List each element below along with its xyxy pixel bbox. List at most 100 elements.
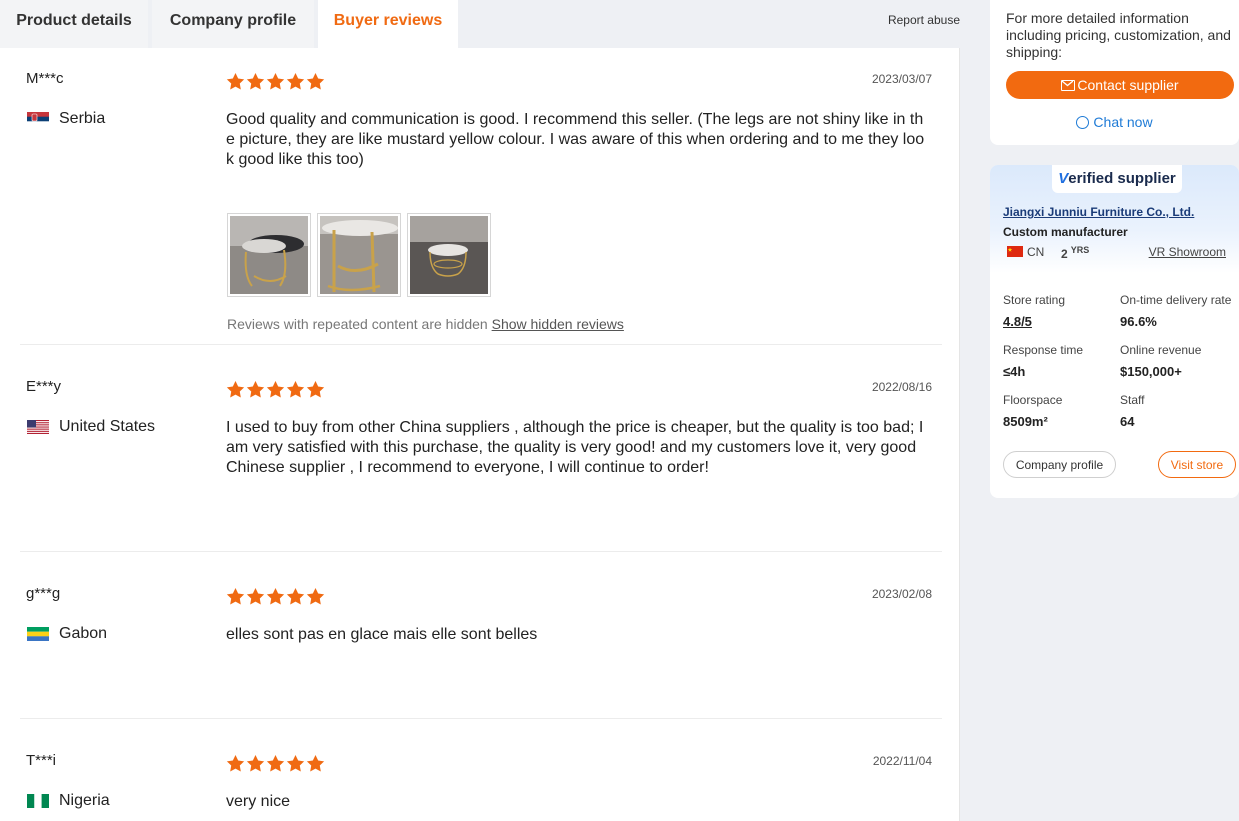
manufacturer-type: Custom manufacturer (1003, 225, 1128, 239)
star-icon (286, 587, 305, 606)
star-icon (246, 380, 265, 399)
star-icon (266, 72, 285, 91)
star-icon (266, 380, 285, 399)
stat-label: On-time delivery rate (1120, 293, 1232, 307)
review-text: very nice (226, 793, 291, 810)
gabon-flag-icon (27, 627, 49, 641)
contact-supplier-label: Contact supplier (1077, 77, 1179, 93)
reviewer-name: E***y (26, 378, 62, 395)
visit-store-button[interactable]: Visit store (1158, 451, 1236, 478)
floorspace-stat: Floorspace 8509m² (1003, 393, 1062, 429)
star-icon (246, 72, 265, 91)
country-name: Serbia (59, 110, 106, 127)
contact-supplier-button[interactable]: Contact supplier (1006, 71, 1234, 99)
review-divider (20, 551, 942, 552)
mail-icon (1061, 79, 1076, 91)
reviewer-name: T***i (26, 752, 57, 769)
chat-icon (1076, 115, 1090, 129)
star-icon (306, 754, 325, 773)
review-photo[interactable] (317, 213, 401, 297)
review-photo[interactable] (227, 213, 311, 297)
online-revenue-stat: Online revenue $150,000+ (1120, 343, 1201, 379)
reviews-panel: M***c Serbia 2023/03/07 Good quality and… (0, 48, 960, 821)
review-date: 2022/11/04 (872, 754, 932, 768)
review-date: 2023/03/07 (871, 72, 932, 86)
country-name: Gabon (59, 625, 108, 642)
show-hidden-reviews-link[interactable]: Show hidden reviews (492, 316, 624, 332)
contact-info-text: For more detailed information including … (1006, 10, 1231, 60)
reviewer-country: Serbia (27, 110, 105, 128)
staff-stat: Staff 64 (1120, 393, 1144, 429)
review-photos (227, 213, 491, 297)
review-text: Good quality and communication is good. … (226, 111, 925, 168)
vr-showroom-link[interactable]: VR Showroom (1149, 245, 1226, 259)
verified-supplier-badge: Verified supplier (1052, 165, 1182, 193)
chat-now-link[interactable]: Chat now (990, 114, 1239, 130)
star-icon (246, 754, 265, 773)
star-icon (226, 380, 245, 399)
review-text: I used to buy from other China suppliers… (226, 419, 924, 476)
china-flag-icon (1007, 246, 1023, 257)
star-icon (266, 587, 285, 606)
star-icon (226, 72, 245, 91)
hidden-reviews-text: Reviews with repeated content are hidden (227, 316, 488, 332)
stat-label: Staff (1120, 393, 1145, 407)
supplier-country: CN (1027, 245, 1045, 259)
star-icon (226, 754, 245, 773)
nigeria-flag-icon (27, 794, 49, 808)
star-icon (306, 72, 325, 91)
review-divider (20, 718, 942, 719)
review-text: elles sont pas en glace mais elle sont b… (226, 626, 538, 643)
supplier-card: Verified supplier Jiangxi Junniu Furnitu… (990, 165, 1239, 498)
tab-buyer-reviews[interactable]: Buyer reviews (318, 0, 458, 48)
stat-label: Store rating (1003, 293, 1066, 307)
company-name-link[interactable]: Jiangxi Junniu Furniture Co., Ltd. (1003, 205, 1194, 219)
review-photo[interactable] (407, 213, 491, 297)
serbia-flag-icon (27, 112, 49, 126)
stat-label: Floorspace (1003, 393, 1063, 407)
supplier-years: 2 YRS (1061, 245, 1090, 261)
stat-value: ≤4h (1003, 364, 1026, 379)
reviewer-name: g***g (26, 585, 61, 602)
star-rating (226, 380, 325, 399)
company-profile-button[interactable]: Company profile (1003, 451, 1116, 478)
tab-bar: Product details Company profile Buyer re… (0, 0, 960, 48)
tab-company-profile[interactable]: Company profile (152, 0, 314, 48)
star-icon (286, 754, 305, 773)
star-icon (286, 72, 305, 91)
star-icon (306, 587, 325, 606)
review-item: M***c Serbia 2023/03/07 Good quality and… (20, 70, 942, 345)
ontime-delivery-stat: On-time delivery rate 96.6% (1120, 293, 1231, 329)
review-item: g***g Gabon 2023/02/08 elles sont pas en… (20, 585, 942, 719)
tab-product-details[interactable]: Product details (0, 0, 148, 48)
report-abuse-link[interactable]: Report abuse (888, 13, 960, 27)
review-item: E***y United States 2022/08/16 I used to… (20, 378, 942, 552)
reviewer-country: Gabon (27, 625, 107, 643)
stat-label: Online revenue (1120, 343, 1202, 357)
chat-now-label: Chat now (1093, 114, 1153, 130)
star-icon (246, 587, 265, 606)
us-flag-icon (27, 420, 49, 434)
contact-card: For more detailed information including … (990, 0, 1239, 145)
reviewer-country: United States (27, 418, 155, 436)
reviewer-name: M***c (26, 70, 64, 87)
review-date: 2023/02/08 (871, 587, 932, 601)
star-rating (226, 587, 325, 606)
hidden-reviews-note: Reviews with repeated content are hidden… (227, 316, 624, 332)
stat-value: 64 (1120, 414, 1135, 429)
store-rating-stat: Store rating 4.8/5 (1003, 293, 1065, 329)
stat-value: $150,000+ (1120, 364, 1182, 379)
stat-label: Response time (1003, 343, 1084, 357)
stat-value: 96.6% (1120, 314, 1157, 329)
star-icon (266, 754, 285, 773)
country-name: Nigeria (59, 792, 110, 809)
star-rating (226, 754, 325, 773)
response-time-stat: Response time ≤4h (1003, 343, 1083, 379)
star-rating (226, 72, 325, 91)
reviews-column: Product details Company profile Buyer re… (0, 0, 960, 821)
stat-value: 8509m² (1003, 414, 1048, 429)
star-icon (286, 380, 305, 399)
store-rating-value[interactable]: 4.8/5 (1003, 314, 1065, 329)
review-divider (20, 344, 942, 345)
star-icon (306, 380, 325, 399)
